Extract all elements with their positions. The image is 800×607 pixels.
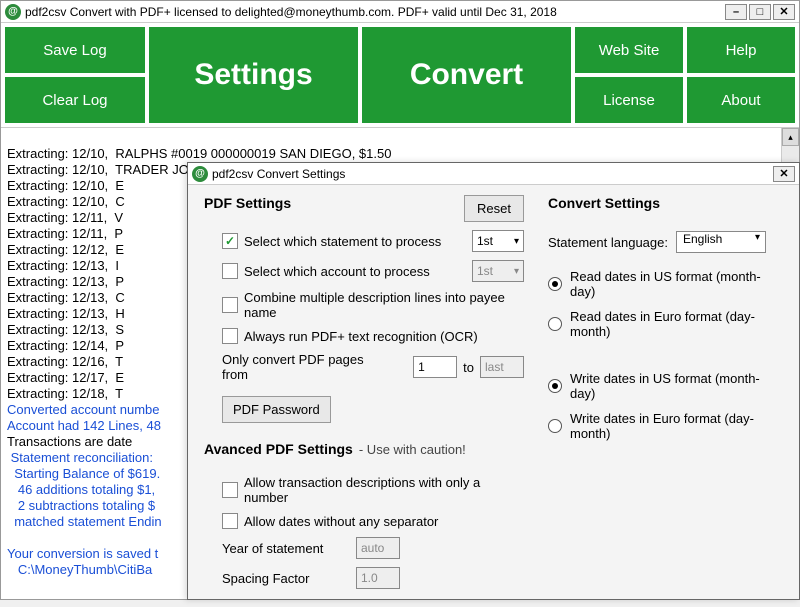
pages-from-label: Only convert PDF pages from bbox=[222, 352, 391, 382]
select-statement-label: Select which statement to process bbox=[244, 234, 441, 249]
pdf-password-button[interactable]: PDF Password bbox=[222, 396, 331, 423]
maximize-button[interactable]: □ bbox=[749, 4, 771, 20]
write-eu-label: Write dates in Euro format (day-month) bbox=[570, 411, 783, 441]
log-line: C:\MoneyThumb\CitiBa bbox=[7, 562, 152, 577]
log-line: Extracting: 12/13, P bbox=[7, 274, 124, 289]
select-account-label: Select which account to process bbox=[244, 264, 430, 279]
log-line: Converted account numbe bbox=[7, 402, 159, 417]
license-button[interactable]: License bbox=[575, 77, 683, 123]
read-us-label: Read dates in US format (month-day) bbox=[570, 269, 783, 299]
language-label: Statement language: bbox=[548, 235, 668, 250]
statement-select[interactable]: 1st bbox=[472, 230, 524, 252]
log-line: Extracting: 12/11, V bbox=[7, 210, 123, 225]
convert-settings-header: Convert Settings bbox=[548, 195, 783, 211]
log-line: Extracting: 12/16, T bbox=[7, 354, 123, 369]
advanced-header: Avanced PDF Settings bbox=[204, 441, 353, 457]
convert-settings-column: Convert Settings Statement language: Eng… bbox=[548, 195, 783, 597]
ocr-checkbox[interactable] bbox=[222, 328, 238, 344]
log-line: Extracting: 12/18, T bbox=[7, 386, 123, 401]
settings-dialog: @ pdf2csv Convert Settings ✕ PDF Setting… bbox=[187, 162, 800, 600]
log-line: Extracting: 12/14, P bbox=[7, 338, 124, 353]
log-line: 2 subtractions totaling $ bbox=[7, 498, 155, 513]
toolbar: Save Log Clear Log Settings Convert Web … bbox=[1, 23, 799, 127]
window-title: pdf2csv Convert with PDF+ licensed to de… bbox=[25, 5, 723, 19]
log-line: Account had 142 Lines, 48 bbox=[7, 418, 161, 433]
log-line: Extracting: 12/13, S bbox=[7, 322, 124, 337]
log-line: Extracting: 12/13, C bbox=[7, 290, 125, 305]
language-select[interactable]: English bbox=[676, 231, 766, 253]
main-titlebar: @ pdf2csv Convert with PDF+ licensed to … bbox=[1, 1, 799, 23]
convert-button[interactable]: Convert bbox=[362, 27, 571, 123]
minimize-button[interactable]: – bbox=[725, 4, 747, 20]
help-button[interactable]: Help bbox=[687, 27, 795, 73]
pages-to-input[interactable] bbox=[480, 356, 524, 378]
log-line: matched statement Endin bbox=[7, 514, 162, 529]
about-button[interactable]: About bbox=[687, 77, 795, 123]
log-line: Your conversion is saved t bbox=[7, 546, 158, 561]
scroll-up-button[interactable]: ▴ bbox=[782, 128, 799, 146]
account-select: 1st bbox=[472, 260, 524, 282]
year-input[interactable] bbox=[356, 537, 400, 559]
dialog-body: PDF Settings Reset Select which statemen… bbox=[188, 185, 799, 607]
dialog-titlebar: @ pdf2csv Convert Settings ✕ bbox=[188, 163, 799, 185]
select-statement-checkbox[interactable] bbox=[222, 233, 238, 249]
allow-number-desc-label: Allow transaction descriptions with only… bbox=[244, 475, 524, 505]
app-icon: @ bbox=[192, 166, 208, 182]
web-site-button[interactable]: Web Site bbox=[575, 27, 683, 73]
allow-nosep-dates-checkbox[interactable] bbox=[222, 513, 238, 529]
reset-button[interactable]: Reset bbox=[464, 195, 524, 222]
log-line: Extracting: 12/10, RALPHS #0019 00000001… bbox=[7, 146, 391, 161]
log-line: Extracting: 12/10, C bbox=[7, 194, 125, 209]
spacing-label: Spacing Factor bbox=[222, 571, 342, 586]
log-line: Transactions are date bbox=[7, 434, 132, 449]
log-line: Extracting: 12/11, P bbox=[7, 226, 123, 241]
log-line: Extracting: 12/12, E bbox=[7, 242, 124, 257]
close-button[interactable]: ✕ bbox=[773, 4, 795, 20]
save-log-button[interactable]: Save Log bbox=[5, 27, 145, 73]
ocr-label: Always run PDF+ text recognition (OCR) bbox=[244, 329, 478, 344]
log-line: Statement reconciliation: bbox=[7, 450, 153, 465]
select-account-checkbox[interactable] bbox=[222, 263, 238, 279]
log-line: Extracting: 12/13, I bbox=[7, 258, 119, 273]
year-label: Year of statement bbox=[222, 541, 342, 556]
advanced-note: - Use with caution! bbox=[359, 442, 466, 457]
combine-lines-label: Combine multiple description lines into … bbox=[244, 290, 524, 320]
pages-to-label: to bbox=[463, 360, 474, 375]
spacing-input[interactable] bbox=[356, 567, 400, 589]
read-eu-label: Read dates in Euro format (day-month) bbox=[570, 309, 783, 339]
dialog-close-button[interactable]: ✕ bbox=[773, 166, 795, 182]
read-us-radio[interactable] bbox=[548, 277, 562, 291]
pdf-settings-column: PDF Settings Reset Select which statemen… bbox=[204, 195, 524, 597]
log-line: Extracting: 12/10, E bbox=[7, 178, 124, 193]
log-line: Extracting: 12/13, H bbox=[7, 306, 125, 321]
log-line: Starting Balance of $619. bbox=[7, 466, 160, 481]
app-icon: @ bbox=[5, 4, 21, 20]
combine-lines-checkbox[interactable] bbox=[222, 297, 238, 313]
write-us-radio[interactable] bbox=[548, 379, 562, 393]
clear-log-button[interactable]: Clear Log bbox=[5, 77, 145, 123]
settings-button[interactable]: Settings bbox=[149, 27, 358, 123]
allow-nosep-dates-label: Allow dates without any separator bbox=[244, 514, 438, 529]
allow-number-desc-checkbox[interactable] bbox=[222, 482, 238, 498]
log-line: Extracting: 12/17, E bbox=[7, 370, 124, 385]
write-eu-radio[interactable] bbox=[548, 419, 562, 433]
log-line: 46 additions totaling $1, bbox=[7, 482, 155, 497]
read-eu-radio[interactable] bbox=[548, 317, 562, 331]
pdf-settings-header: PDF Settings bbox=[204, 195, 291, 211]
dialog-title: pdf2csv Convert Settings bbox=[212, 167, 771, 181]
pages-from-input[interactable] bbox=[413, 356, 457, 378]
write-us-label: Write dates in US format (month-day) bbox=[570, 371, 783, 401]
